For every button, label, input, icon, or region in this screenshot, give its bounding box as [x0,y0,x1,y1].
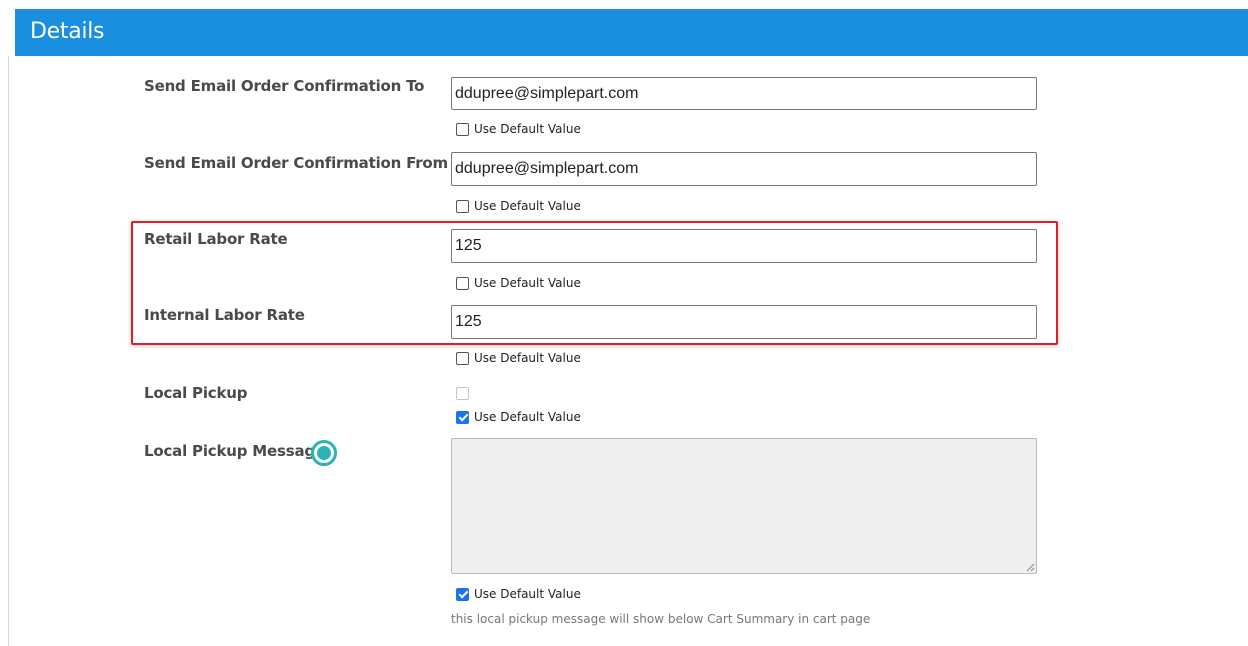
email-from-default-label: Use Default Value [474,199,581,213]
email-to-default-label: Use Default Value [474,122,581,136]
info-icon-ring [311,440,337,466]
internal-labor-default-label: Use Default Value [474,351,581,365]
local-pickup-message-default-label: Use Default Value [474,587,581,601]
retail-labor-default-label: Use Default Value [474,276,581,290]
internal-labor-default-row[interactable]: Use Default Value [456,350,581,366]
email-from-input[interactable] [451,152,1037,186]
retail-labor-rate-label: Retail Labor Rate [144,230,288,248]
local-pickup-message-textarea[interactable] [451,438,1037,574]
info-icon[interactable] [311,440,337,466]
email-to-default-row[interactable]: Use Default Value [456,121,581,137]
local-pickup-label: Local Pickup [144,384,248,402]
local-pickup-help-text: this local pickup message will show belo… [451,612,871,626]
local-pickup-checkbox[interactable] [456,386,469,400]
email-from-default-checkbox[interactable] [456,199,469,213]
email-to-input[interactable] [451,77,1037,110]
internal-labor-rate-label: Internal Labor Rate [144,306,305,324]
email-from-default-row[interactable]: Use Default Value [456,198,581,214]
local-pickup-default-checkbox[interactable] [456,410,469,424]
retail-labor-rate-input[interactable] [451,229,1037,263]
email-from-label: Send Email Order Confirmation From [144,154,448,172]
local-pickup-message-label: Local Pickup Message [144,442,325,460]
internal-labor-default-checkbox[interactable] [456,351,469,365]
resize-handle-icon[interactable] [1025,562,1035,572]
local-pickup-default-label: Use Default Value [474,410,581,424]
local-pickup-default-row[interactable]: Use Default Value [456,409,581,425]
details-header: Details [15,9,1248,56]
email-to-label: Send Email Order Confirmation To [144,77,425,95]
panel-border [8,56,9,646]
retail-labor-default-row[interactable]: Use Default Value [456,275,581,291]
internal-labor-rate-input[interactable] [451,305,1037,339]
local-pickup-row [456,385,469,401]
email-to-default-checkbox[interactable] [456,122,469,136]
local-pickup-message-default-row[interactable]: Use Default Value [456,586,581,602]
section-title: Details [30,19,105,44]
local-pickup-message-default-checkbox[interactable] [456,587,469,601]
retail-labor-default-checkbox[interactable] [456,276,469,290]
